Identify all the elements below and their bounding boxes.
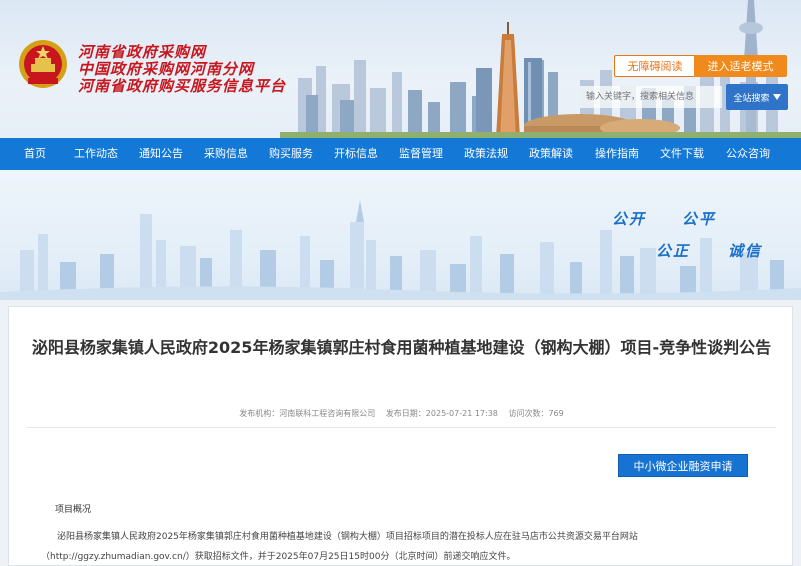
- site-search-button[interactable]: 全站搜索: [726, 84, 788, 110]
- article-panel: 泌阳县杨家集镇人民政府2025年杨家集镇郭庄村食用菌种植基地建设（钢构大棚）项目…: [8, 306, 793, 566]
- article-view-count: 访问次数：769: [508, 409, 564, 418]
- nav-item-purchase-services[interactable]: 购买服务: [269, 138, 313, 170]
- site-search-input[interactable]: [580, 86, 722, 108]
- nav-item-work-news[interactable]: 工作动态: [74, 138, 118, 170]
- slogan-openness: 公开: [612, 210, 647, 228]
- national-emblem-icon: [19, 40, 67, 88]
- article-publisher: 发布机构：河南联科工程咨询有限公司: [239, 409, 376, 418]
- nav-item-regulations[interactable]: 政策法规: [464, 138, 508, 170]
- site-title-block: 河南省政府采购网 中国政府采购网河南分网 河南省政府购买服务信息平台: [78, 44, 286, 95]
- sme-financing-button[interactable]: 中小微企业融资申请: [618, 454, 748, 477]
- banner-skyline-illustration: [0, 200, 801, 300]
- article-publish-date: 发布日期：2025-07-21 17:38: [385, 409, 498, 418]
- main-navigation: 首页 工作动态 通知公告 采购信息 购买服务 开标信息 监督管理 政策法规 政策…: [0, 138, 801, 170]
- nav-item-supervision[interactable]: 监督管理: [399, 138, 443, 170]
- nav-item-procurement-info[interactable]: 采购信息: [204, 138, 248, 170]
- accessibility-reading-button[interactable]: 无障碍阅读: [614, 55, 696, 77]
- slogan-integrity: 诚信: [728, 242, 763, 260]
- site-title-tertiary: 河南省政府购买服务信息平台: [78, 77, 287, 95]
- divider: [27, 427, 776, 428]
- nav-item-downloads[interactable]: 文件下载: [660, 138, 704, 170]
- nav-item-bid-opening[interactable]: 开标信息: [334, 138, 378, 170]
- section-heading-project-overview: 项目概况: [55, 505, 92, 515]
- slogan-justice: 公正: [656, 242, 691, 260]
- nav-item-home[interactable]: 首页: [24, 138, 46, 170]
- article-meta: 发布机构：河南联科工程咨询有限公司 发布日期：2025-07-21 17:38 …: [9, 408, 794, 419]
- site-title-secondary: 中国政府采购网河南分网: [78, 60, 255, 78]
- site-search-label: 全站搜索: [733, 93, 770, 104]
- banner: 公开 公平 公正 诚信: [0, 170, 801, 300]
- article-title: 泌阳县杨家集镇人民政府2025年杨家集镇郭庄村食用菌种植基地建设（钢构大棚）项目…: [31, 338, 772, 357]
- chevron-down-icon: [772, 94, 781, 100]
- nav-item-notices[interactable]: 通知公告: [139, 138, 183, 170]
- nav-item-guide[interactable]: 操作指南: [595, 138, 639, 170]
- article-paragraph: 泌阳县杨家集镇人民政府2025年杨家集镇郭庄村食用菌种植基地建设（钢构大棚）项目…: [41, 532, 638, 562]
- nav-item-consultation[interactable]: 公众咨询: [726, 138, 770, 170]
- elder-mode-button[interactable]: 进入适老模式: [694, 55, 787, 77]
- site-title-primary: 河南省政府采购网: [78, 43, 207, 61]
- site-header: 河南省政府采购网 中国政府采购网河南分网 河南省政府购买服务信息平台 无障碍阅读…: [0, 0, 801, 138]
- nav-item-policy-interpretation[interactable]: 政策解读: [529, 138, 573, 170]
- slogan-fairness: 公平: [682, 210, 717, 228]
